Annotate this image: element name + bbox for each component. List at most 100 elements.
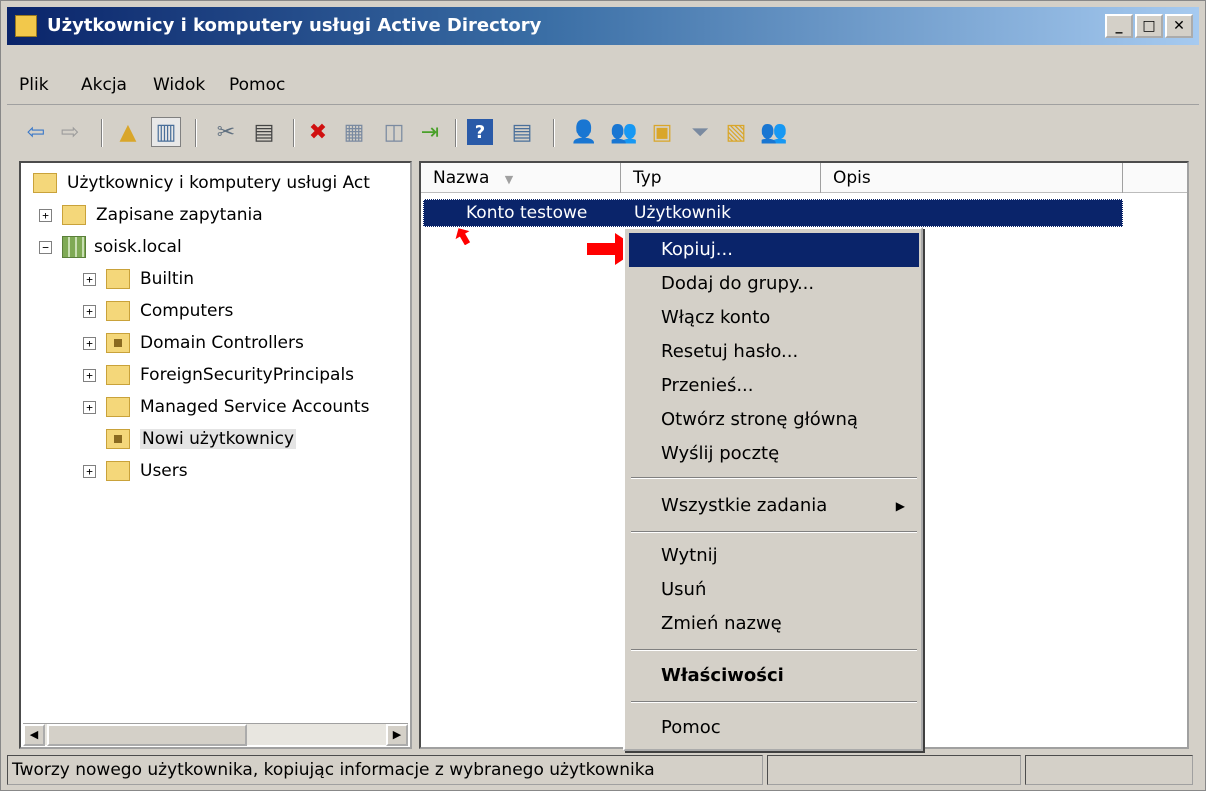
back-icon[interactable]: ⇦ bbox=[21, 117, 51, 147]
folder-icon bbox=[106, 397, 130, 417]
menu-bar: Plik Akcja Widok Pomoc bbox=[7, 55, 1199, 105]
expand-icon[interactable]: + bbox=[83, 368, 96, 382]
scroll-left-icon[interactable]: ◀ bbox=[23, 724, 45, 746]
tree-root[interactable]: Użytkownicy i komputery usługi Act bbox=[33, 169, 370, 197]
expand-icon[interactable]: + bbox=[83, 304, 96, 318]
menu-item-delete[interactable]: Usuń bbox=[629, 573, 919, 607]
app-window: Użytkownicy i komputery usługi Active Di… bbox=[0, 0, 1206, 791]
tree-item-users[interactable]: + Users bbox=[83, 457, 188, 485]
copy-icon[interactable]: ▤ bbox=[249, 117, 279, 147]
minimize-button[interactable]: _ bbox=[1105, 14, 1133, 38]
new-ou-icon[interactable]: ▣ bbox=[647, 117, 677, 147]
tree-item-label: Domain Controllers bbox=[140, 333, 304, 353]
folder-icon bbox=[106, 365, 130, 385]
menu-item-copy[interactable]: Kopiuj... bbox=[629, 233, 919, 267]
status-bar: Tworzy nowego użytkownika, kopiując info… bbox=[7, 755, 1199, 787]
horizontal-scrollbar[interactable]: ◀ ▶ bbox=[23, 723, 408, 746]
status-panel-3 bbox=[1025, 755, 1193, 785]
tree-item-managed-service-accounts[interactable]: + Managed Service Accounts bbox=[83, 393, 369, 421]
action-pane-icon[interactable]: ▤ bbox=[507, 117, 537, 147]
tree-pane[interactable]: Użytkownicy i komputery usługi Act + Zap… bbox=[19, 161, 412, 749]
add-to-group-icon[interactable]: 👥 bbox=[759, 117, 789, 147]
tree-item-builtin[interactable]: + Builtin bbox=[83, 265, 194, 293]
app-icon bbox=[15, 15, 37, 37]
menu-item-help[interactable]: Pomoc bbox=[629, 711, 919, 745]
expand-icon[interactable]: + bbox=[39, 208, 52, 222]
tree-item-label: Nowi użytkownicy bbox=[140, 429, 297, 449]
ou-icon bbox=[106, 333, 130, 353]
help-icon[interactable]: ? bbox=[467, 119, 493, 145]
tree-item-computers[interactable]: + Computers bbox=[83, 297, 233, 325]
tree-item-label: Builtin bbox=[140, 269, 195, 289]
column-label: Nazwa bbox=[433, 168, 490, 188]
menu-item-open-home-page[interactable]: Otwórz stronę główną bbox=[629, 403, 919, 437]
new-group-icon[interactable]: 👥 bbox=[609, 117, 639, 147]
menu-item-move[interactable]: Przenieś... bbox=[629, 369, 919, 403]
menu-separator bbox=[631, 477, 917, 479]
menu-item-properties[interactable]: Właściwości bbox=[629, 659, 919, 693]
folder-icon bbox=[106, 269, 130, 289]
menu-help[interactable]: Pomoc bbox=[229, 75, 285, 95]
tree-item-label: Zapisane zapytania bbox=[96, 205, 263, 225]
expand-icon[interactable]: + bbox=[83, 272, 96, 286]
ou-icon bbox=[106, 429, 130, 449]
menu-separator bbox=[631, 701, 917, 703]
delete-icon[interactable]: ✖ bbox=[303, 117, 333, 147]
tree-item-label: ForeignSecurityPrincipals bbox=[140, 365, 355, 385]
tree-item-domain-controllers[interactable]: + Domain Controllers bbox=[83, 329, 304, 357]
tree-root-label: Użytkownicy i komputery usługi Act bbox=[67, 173, 370, 193]
menu-separator bbox=[631, 531, 917, 533]
domain-icon bbox=[62, 236, 86, 258]
menu-item-enable-account[interactable]: Włącz konto bbox=[629, 301, 919, 335]
menu-item-cut[interactable]: Wytnij bbox=[629, 539, 919, 573]
up-folder-icon[interactable]: ▲ bbox=[113, 117, 143, 147]
menu-item-all-tasks[interactable]: Wszystkie zadania ▶ bbox=[629, 489, 919, 523]
collapse-icon[interactable]: − bbox=[39, 240, 52, 254]
menu-action[interactable]: Akcja bbox=[81, 75, 127, 95]
menu-item-add-to-group[interactable]: Dodaj do grupy... bbox=[629, 267, 919, 301]
filter-icon[interactable]: ⏷ bbox=[685, 117, 715, 147]
table-row[interactable]: Konto testowe Użytkownik bbox=[423, 199, 1123, 227]
tree-item-saved-queries[interactable]: + Zapisane zapytania bbox=[39, 201, 263, 229]
window-title: Użytkownicy i komputery usługi Active Di… bbox=[47, 15, 542, 36]
menu-item-rename[interactable]: Zmień nazwę bbox=[629, 607, 919, 641]
tree-item-domain[interactable]: − soisk.local bbox=[39, 233, 182, 261]
menu-item-label: Wszystkie zadania bbox=[661, 495, 828, 516]
context-menu: Kopiuj... Dodaj do grupy... Włącz konto … bbox=[623, 227, 923, 751]
tree-item-label: Managed Service Accounts bbox=[140, 397, 370, 417]
new-user-icon[interactable]: 👤 bbox=[569, 117, 599, 147]
folder-icon bbox=[106, 461, 130, 481]
maximize-button[interactable]: □ bbox=[1135, 14, 1163, 38]
cut-icon[interactable]: ✂ bbox=[211, 117, 241, 147]
scroll-thumb[interactable] bbox=[47, 724, 247, 746]
tree-item-nowi-uzytkownicy[interactable]: Nowi użytkownicy bbox=[106, 425, 297, 453]
export-list-icon[interactable]: ⇥ bbox=[415, 117, 445, 147]
expand-icon[interactable]: + bbox=[83, 400, 96, 414]
show-tree-icon[interactable]: ▥ bbox=[151, 117, 181, 147]
column-header-name[interactable]: Nazwa ▼ bbox=[421, 163, 621, 193]
close-button[interactable]: ✕ bbox=[1165, 14, 1193, 38]
expand-icon[interactable]: + bbox=[83, 336, 96, 350]
scroll-right-icon[interactable]: ▶ bbox=[386, 724, 408, 746]
status-text: Tworzy nowego użytkownika, kopiując info… bbox=[7, 755, 763, 785]
tree-item-label: Users bbox=[140, 461, 188, 481]
menu-separator bbox=[631, 649, 917, 651]
properties-icon[interactable]: ▦ bbox=[339, 117, 369, 147]
expand-icon[interactable]: + bbox=[83, 464, 96, 478]
menu-item-send-mail[interactable]: Wyślij pocztę bbox=[629, 437, 919, 471]
sort-icon: ▼ bbox=[504, 173, 514, 186]
user-type-cell: Użytkownik bbox=[634, 203, 731, 223]
folder-icon bbox=[62, 205, 86, 225]
folder-icon bbox=[106, 301, 130, 321]
menu-file[interactable]: Plik bbox=[19, 75, 49, 95]
forward-icon[interactable]: ⇨ bbox=[55, 117, 85, 147]
title-bar[interactable]: Użytkownicy i komputery usługi Active Di… bbox=[7, 7, 1199, 45]
column-header-type[interactable]: Typ bbox=[621, 163, 821, 193]
refresh-icon[interactable]: ◫ bbox=[379, 117, 409, 147]
tree-item-foreign-security-principals[interactable]: + ForeignSecurityPrincipals bbox=[83, 361, 354, 389]
list-header: Nazwa ▼ Typ Opis bbox=[421, 163, 1187, 193]
menu-view[interactable]: Widok bbox=[153, 75, 205, 95]
find-icon[interactable]: ▧ bbox=[721, 117, 751, 147]
menu-item-reset-password[interactable]: Resetuj hasło... bbox=[629, 335, 919, 369]
column-header-description[interactable]: Opis bbox=[821, 163, 1123, 193]
